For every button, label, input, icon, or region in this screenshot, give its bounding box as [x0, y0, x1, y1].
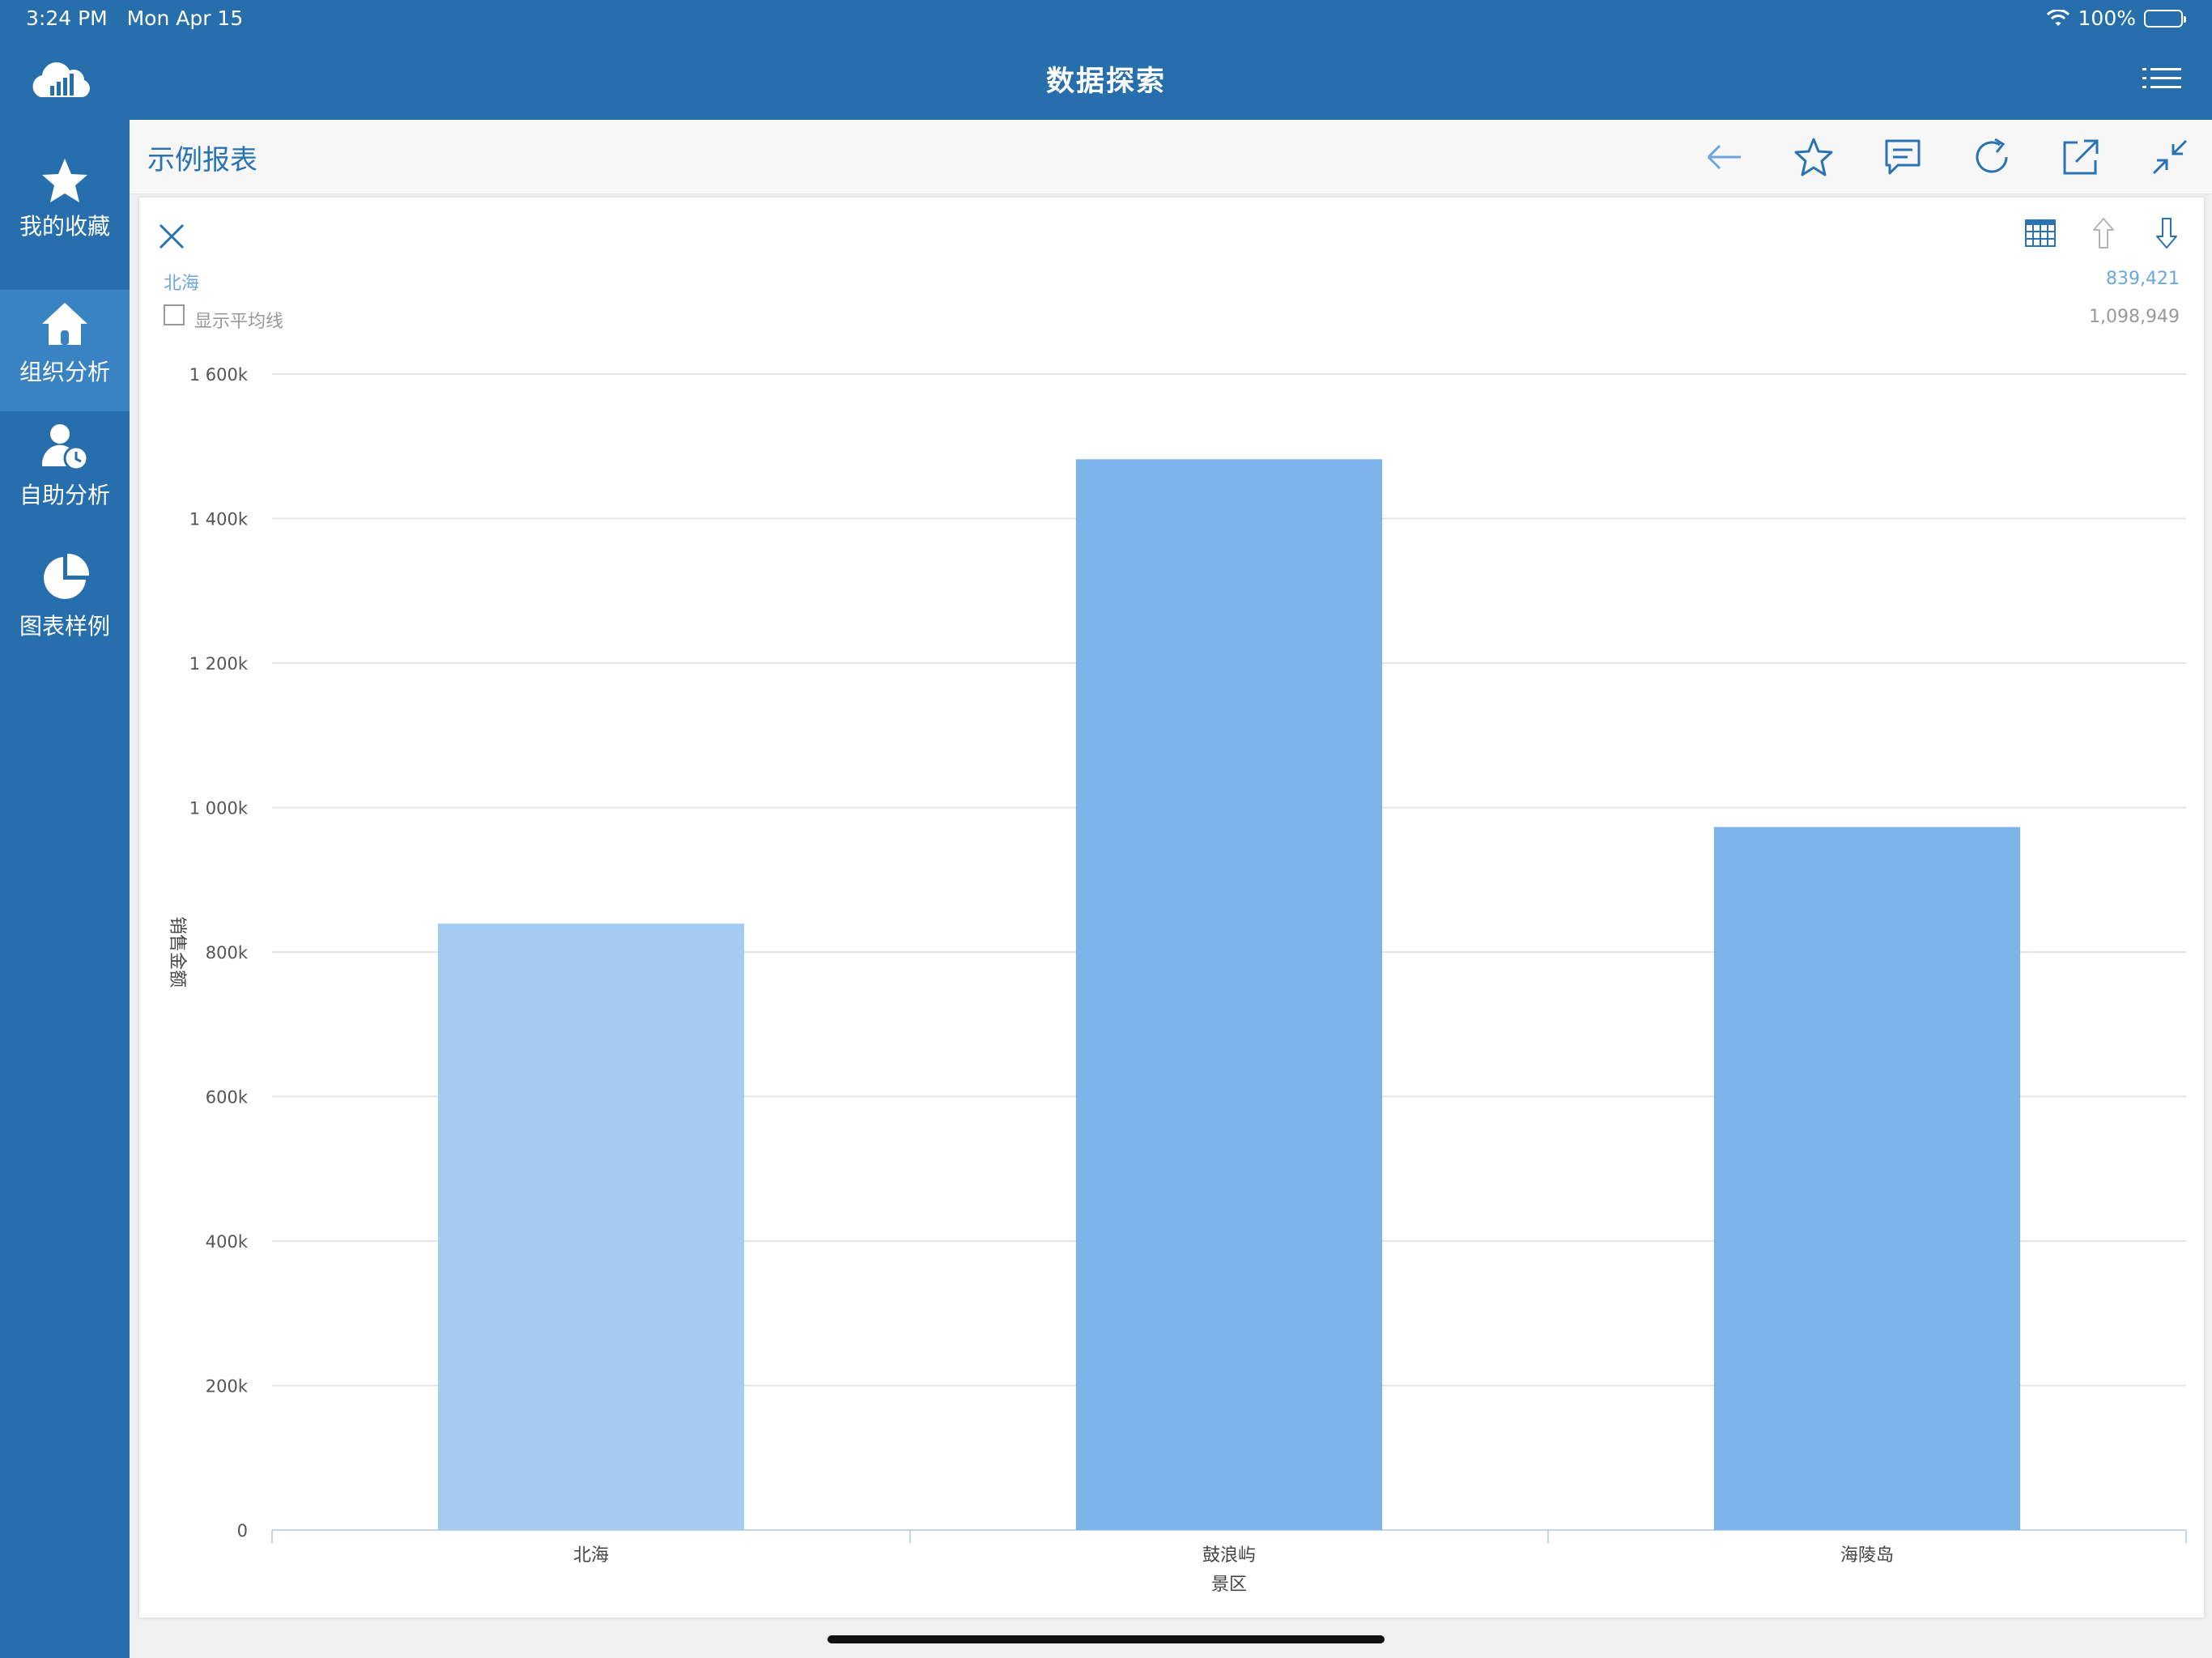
status-date-text: Mon Apr 15: [126, 6, 244, 30]
bar[interactable]: [1075, 459, 1383, 1531]
x-tick-label: 鼓浪屿: [1202, 1545, 1256, 1566]
x-tick-label: 海陵岛: [1840, 1545, 1894, 1566]
chart-panel: 北海 839,421 显示平均线 1,098,949 0 200k 400k 600k…: [139, 198, 2204, 1618]
list-menu-icon[interactable]: [2142, 65, 2181, 94]
sidebar-item-favorites[interactable]: 我的收藏: [0, 157, 130, 278]
report-title[interactable]: 示例报表: [147, 138, 257, 177]
status-time-text: 3:24 PM: [26, 6, 108, 30]
status-right: 100%: [2046, 6, 2186, 31]
sidebar-item-self-analysis[interactable]: 自助分析: [0, 421, 130, 542]
battery-percent: 100%: [2078, 6, 2136, 30]
bar[interactable]: [437, 923, 745, 1530]
y-tick-label: 400k: [206, 1232, 249, 1252]
y-tick-label: 1 600k: [189, 365, 249, 385]
x-tick-label: 北海: [573, 1545, 609, 1566]
y-tick-label: 600k: [206, 1088, 249, 1107]
back-arrow-icon[interactable]: [1702, 134, 1747, 180]
report-header: 示例报表: [130, 120, 2212, 194]
home-icon: [42, 303, 87, 345]
sidebar-item-label: 我的收藏: [19, 213, 110, 240]
x-axis-title: 景区: [1211, 1575, 1247, 1595]
app-header: 3:24 PM Mon Apr 15 100% 数据探索: [0, 0, 2212, 120]
sidebar: 我的收藏 组织分析 自助分析 图表样例: [0, 120, 130, 1658]
status-time: 3:24 PM Mon Apr 15: [26, 6, 243, 31]
y-axis-title: 销售金额: [167, 916, 187, 988]
bar[interactable]: [1713, 827, 2021, 1530]
collapse-icon[interactable]: [2147, 134, 2193, 180]
star-outline-icon[interactable]: [1791, 134, 1836, 180]
home-indicator: [827, 1635, 1385, 1643]
share-icon[interactable]: [2058, 134, 2104, 180]
y-tick-label: 1 400k: [189, 510, 249, 529]
sidebar-item-label: 自助分析: [19, 482, 110, 508]
wifi-icon: [2046, 10, 2069, 26]
battery-icon: [2144, 10, 2186, 28]
y-tick-label: 1 000k: [189, 799, 249, 818]
bar-chart: 0 200k 400k 600k 800k 1 000k 1 200k 1 400k 1 600…: [167, 365, 2187, 1595]
app-title: 数据探索: [1045, 66, 1166, 98]
sidebar-item-label: 组织分析: [19, 359, 110, 385]
refresh-icon[interactable]: [1969, 134, 2014, 180]
comment-icon[interactable]: [1880, 134, 1925, 180]
sidebar-item-org-analysis[interactable]: 组织分析: [0, 290, 130, 411]
y-tick-label: 0: [237, 1521, 248, 1541]
user-clock-icon: [41, 424, 89, 471]
sidebar-item-chart-samples[interactable]: 图表样例: [0, 552, 130, 674]
sidebar-item-label: 图表样例: [19, 613, 110, 640]
y-tick-label: 1 200k: [189, 654, 249, 674]
star-icon: [42, 159, 87, 202]
pie-chart-icon: [44, 553, 90, 599]
y-tick-label: 800k: [206, 943, 249, 963]
y-tick-label: 200k: [206, 1377, 249, 1397]
